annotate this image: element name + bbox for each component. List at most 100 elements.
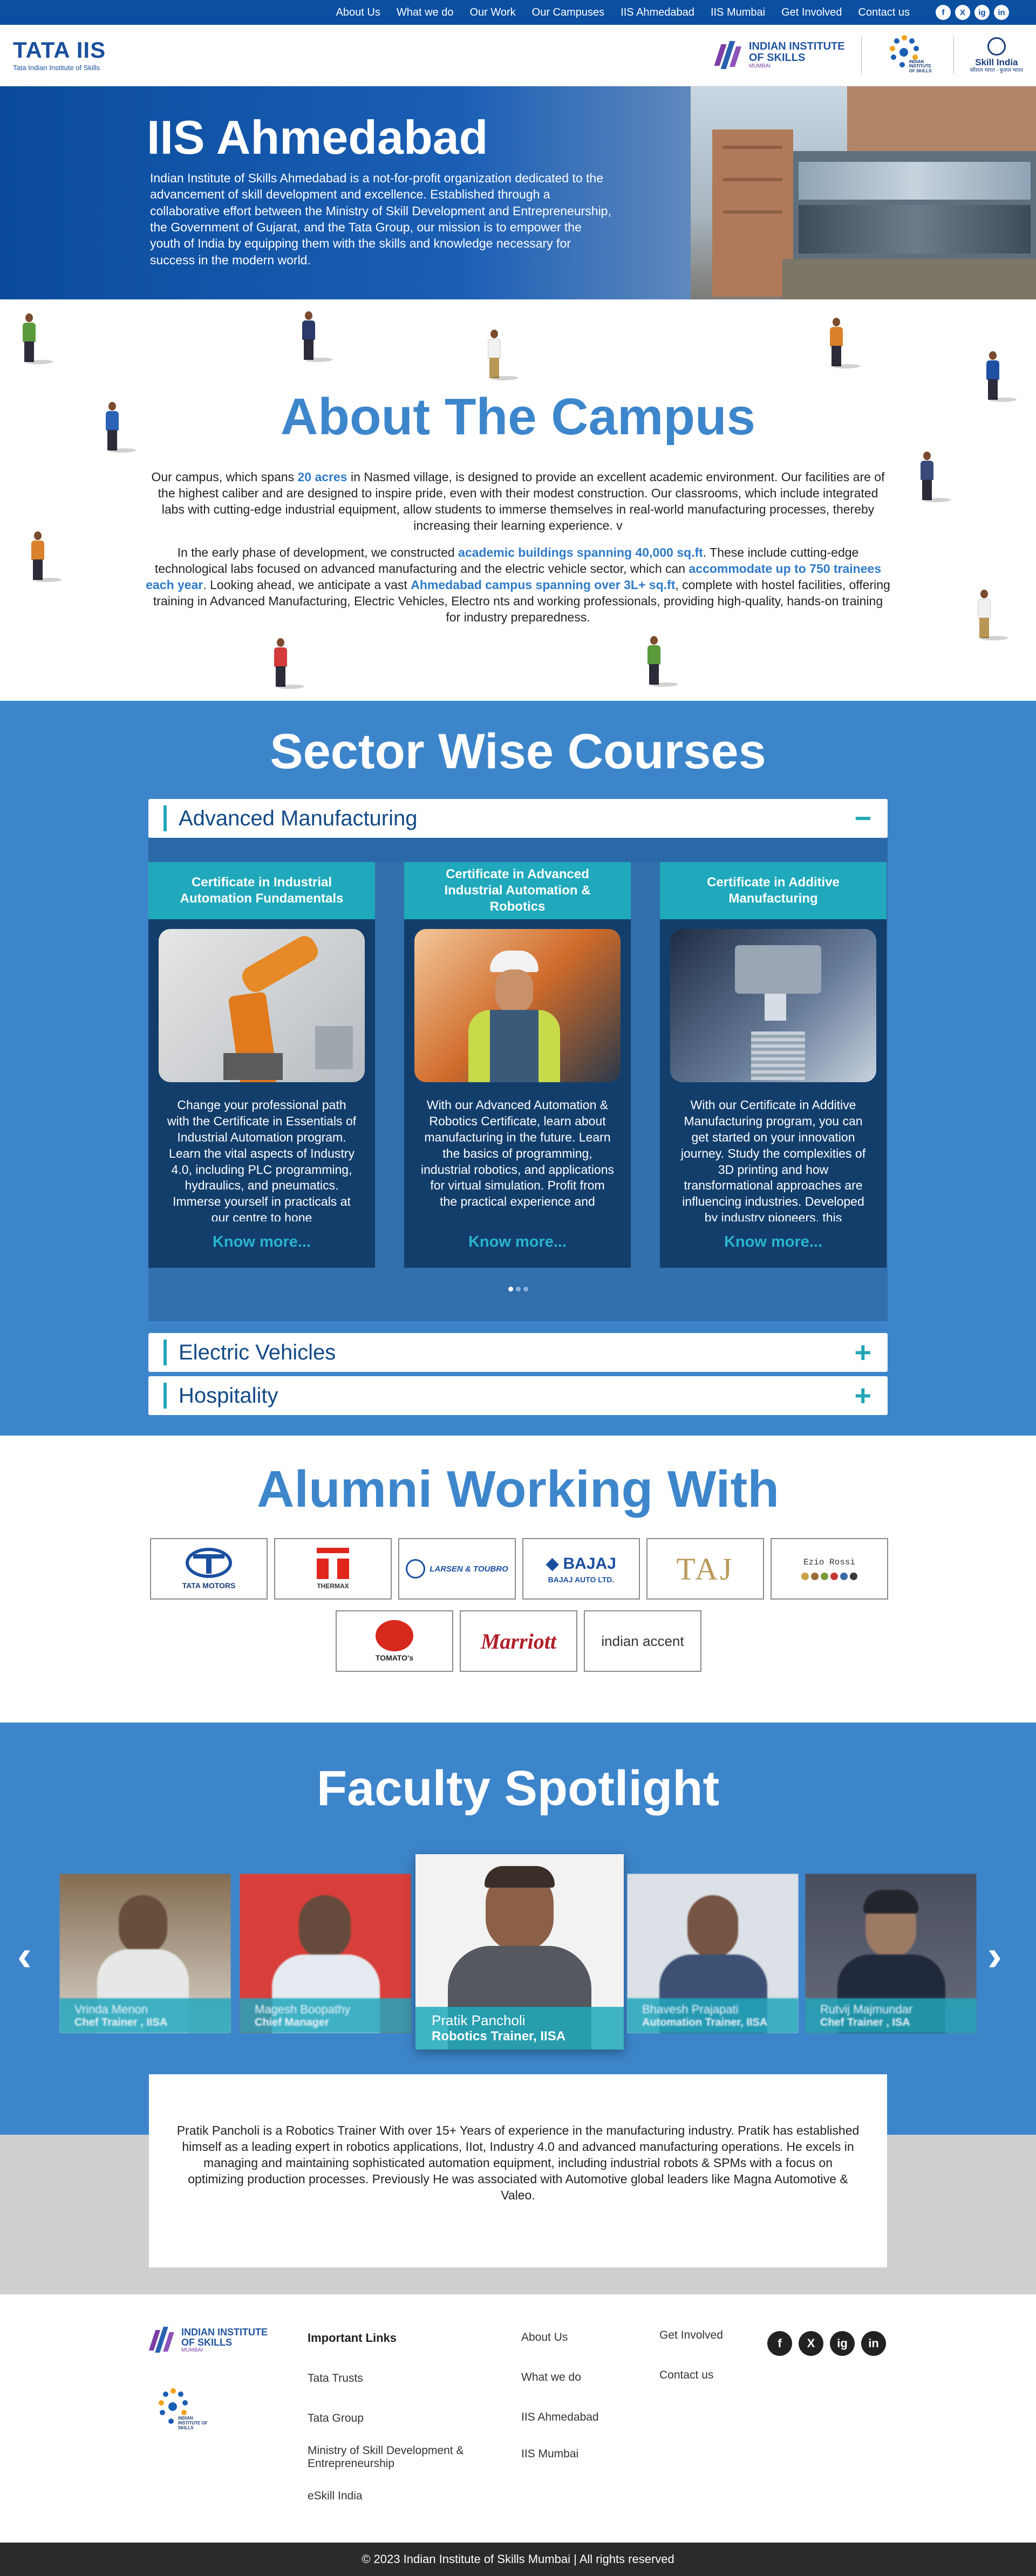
faculty-card[interactable]: Rutvij Majmundar Chef Trainer , ISA [805,1874,977,2033]
know-more-link[interactable]: Know more... [148,1233,375,1251]
tata-brand: TATA IIS [13,37,106,63]
about-title: About The Campus [281,388,755,446]
person-illustration [28,531,64,583]
instagram-icon[interactable]: ig [974,5,990,20]
iis-mark-icon [714,39,745,72]
footer-iis-logo[interactable]: INDIAN INSTITUTE OF SKILLS MUMBAI [148,2325,268,2356]
person-illustration [644,636,680,688]
carousel-next-arrow[interactable]: › [987,1934,1002,1977]
nav-iis-mumbai[interactable]: IIS Mumbai [711,6,765,19]
faculty-caption: Bhavesh Prajapati Automation Trainer, II… [627,1998,799,2033]
site-footer: INDIAN INSTITUTE OF SKILLS MUMBAI INDIAN… [0,2294,1036,2543]
facebook-icon[interactable]: f [767,2331,792,2356]
nav-what-we-do[interactable]: What we do [397,6,454,19]
footer-link-ministry[interactable]: Ministry of Skill Development & Entrepre… [308,2444,491,2470]
course-description: Change your professional path with the C… [167,1098,357,1221]
courses-title: Sector Wise Courses [270,724,766,779]
robot-arm-image [159,929,365,1082]
collapse-icon[interactable]: − [854,802,871,835]
course-title: Certificate in Advanced Industrial Autom… [404,862,631,919]
footer-links-col-2: About Us What we do IIS Ahmedabad IIS Mu… [521,2331,599,2461]
about-section: About The Campus Our campus, which spans… [0,299,1036,701]
accordion-label: Advanced Manufacturing [163,805,418,831]
iis-logo: INDIAN INSTITUTE OF SKILLS MUMBAI [714,39,845,72]
engineer-robotics-image [414,929,621,1082]
faculty-title: Faculty Spotlight [316,1761,720,1816]
nav-iis-ahmedabad[interactable]: IIS Ahmedabad [621,6,694,19]
tata-iis-logo[interactable]: TATA IIS Tata Indian Institute of Skills [13,39,106,72]
about-paragraph-1: Our campus, which spans 20 acres in Nasm… [151,470,885,532]
accordion-electric-vehicles[interactable]: Electric Vehicles + [148,1333,888,1372]
hero-title: IIS Ahmedabad [147,111,488,164]
pagination-dot[interactable] [523,1287,528,1292]
faculty-card[interactable]: Magesh Boopathy Chief Manager [240,1874,411,2033]
footer-link-about-us[interactable]: About Us [521,2331,599,2344]
hero-description: Indian Institute of Skills Ahmedabad is … [150,171,611,267]
faculty-card[interactable]: Vrinda Menon Chef Trainer , IISA [59,1874,231,2033]
social-links: f X ig in [936,5,1009,20]
know-more-link[interactable]: Know more... [660,1233,887,1251]
footer-link-contact-us[interactable]: Contact us [659,2369,723,2382]
logo-taj: TAJ [646,1538,764,1600]
person-illustration [917,452,953,503]
logo-indian-accent: indian accent [584,1610,701,1672]
copyright-text: © 2023 Indian Institute of Skills Mumbai… [362,2552,674,2566]
site-header: TATA IIS Tata Indian Institute of Skills… [0,25,1036,86]
footer-social-links: f X ig in [767,2331,886,2356]
faculty-card[interactable]: Bhavesh Prajapati Automation Trainer, II… [627,1874,799,2033]
footer-link-tata-trusts[interactable]: Tata Trusts [308,2372,491,2385]
linkedin-icon[interactable]: in [994,5,1009,20]
facebook-icon[interactable]: f [936,5,951,20]
logo-thermax: THERMAX [274,1538,392,1600]
linkedin-icon[interactable]: in [861,2331,886,2356]
logo-ezio-rossi: Ezio Rossi [771,1538,888,1600]
faculty-card-active[interactable]: Pratik Pancholi Robotics Trainer, IISA [415,1854,624,2049]
tata-sub: Tata Indian Institute of Skills [13,64,100,72]
iis-dots-logo: INDIAN INSTITUTE OF SKILLS [878,34,937,77]
nav-our-work[interactable]: Our Work [469,6,515,19]
course-card[interactable]: Certificate in Advanced Industrial Autom… [404,862,631,1268]
faculty-section: Faculty Spotlight Vrinda Menon Chef Trai… [0,1723,1036,2135]
x-twitter-icon[interactable]: X [799,2331,823,2356]
alumni-section: Alumni Working With TATA MOTORS THERMAX … [0,1436,1036,1723]
3d-printer-image [670,929,876,1082]
iis-logo-text: INDIAN INSTITUTE OF SKILLS MUMBAI [748,40,845,70]
footer-link-what-we-do[interactable]: What we do [521,2371,599,2384]
nav-our-campuses[interactable]: Our Campuses [532,6,605,19]
pagination-dot[interactable] [515,1287,521,1292]
know-more-link[interactable]: Know more... [404,1233,631,1251]
pagination-dot-active[interactable] [508,1287,513,1292]
accordion-hospitality[interactable]: Hospitality + [148,1376,888,1415]
expand-icon[interactable]: + [854,1379,871,1412]
courses-section: Sector Wise Courses Advanced Manufacturi… [0,701,1036,1436]
footer-link-iis-ahmedabad[interactable]: IIS Ahmedabad [521,2411,599,2424]
footer-dots-logo: INDIAN INSTITUTE OF SKILLS [150,2387,209,2441]
skill-india-logo: Skill India कौशल भारत - कुशल भारत [970,37,1023,73]
course-card[interactable]: Certificate in Industrial Automation Fun… [148,862,375,1268]
logo-larsen-toubro: LARSEN & TOUBRO [398,1538,516,1600]
logo-marriott: Marriott [460,1610,577,1672]
x-twitter-icon[interactable]: X [955,5,970,20]
faculty-bio: Pratik Pancholi is a Robotics Trainer Wi… [149,2074,887,2267]
nav-about-us[interactable]: About Us [336,6,380,19]
footer-links-col-1: Important Links Tata Trusts Tata Group M… [308,2331,491,2503]
nav-get-involved[interactable]: Get Involved [781,6,842,19]
footer-link-tata-group[interactable]: Tata Group [308,2412,491,2425]
footer-link-eskill-india[interactable]: eSkill India [308,2490,491,2503]
faculty-caption: Pratik Pancholi Robotics Trainer, IISA [415,2007,624,2049]
person-illustration [19,313,55,365]
expand-icon[interactable]: + [854,1336,871,1369]
course-card[interactable]: Certificate in Additive Manufacturing Wi… [660,862,887,1268]
course-description: With our Certificate in Additive Manufac… [680,1098,866,1221]
nav-contact-us[interactable]: Contact us [858,6,910,19]
divider [953,36,954,74]
accordion-advanced-manufacturing[interactable]: Advanced Manufacturing − [148,799,888,838]
footer-link-get-involved[interactable]: Get Involved [659,2329,723,2342]
faculty-caption: Magesh Boopathy Chief Manager [240,1998,411,2033]
footer-link-iis-mumbai[interactable]: IIS Mumbai [521,2448,599,2461]
instagram-icon[interactable]: ig [830,2331,855,2356]
faculty-caption: Rutvij Majmundar Chef Trainer , ISA [805,1998,977,2033]
carousel-prev-arrow[interactable]: ‹ [17,1934,32,1977]
accordion-label: Hospitality [163,1383,278,1409]
logo-bajaj-auto: ◆ BAJAJ BAJAJ AUTO LTD. [522,1538,640,1600]
